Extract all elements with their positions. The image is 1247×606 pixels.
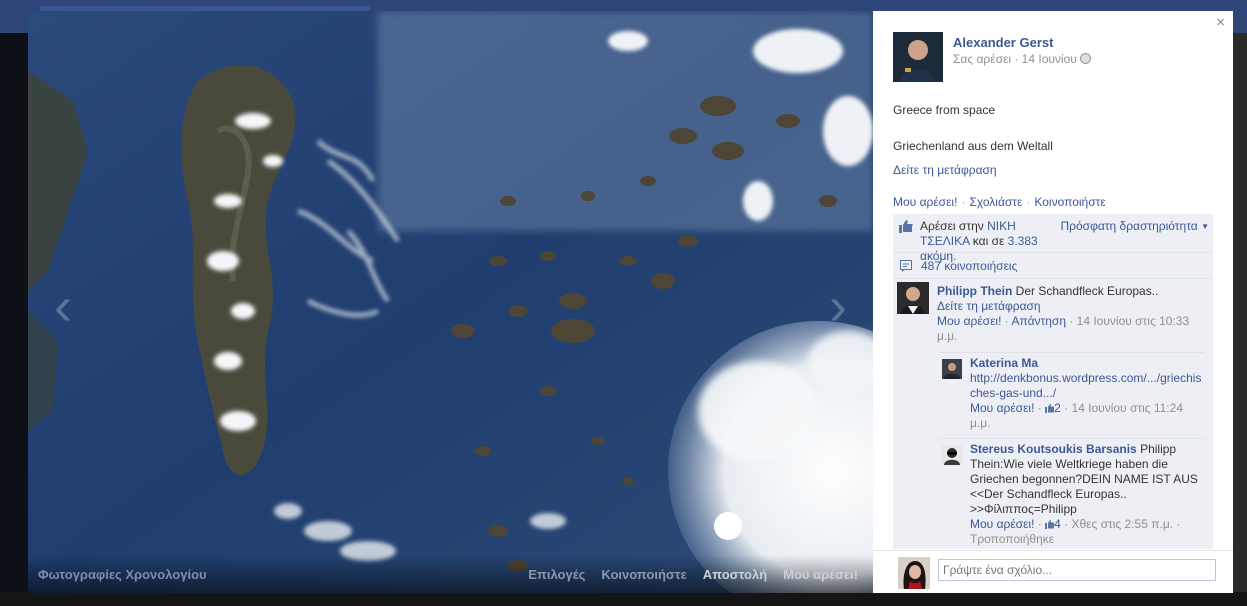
recent-activity-dropdown[interactable]: Πρόσφατη δραστηριότητα ▼ bbox=[1061, 219, 1210, 233]
commenter-avatar[interactable] bbox=[897, 282, 929, 314]
photo-action-bar: Φωτογραφίες Χρονολογίου Επιλογές Κοινοπο… bbox=[28, 555, 873, 593]
share-icon bbox=[900, 260, 912, 272]
post-like-link[interactable]: Μου αρέσει! bbox=[893, 195, 957, 209]
chevron-left-icon[interactable]: ‹ bbox=[43, 279, 83, 333]
options-button[interactable]: Επιλογές bbox=[528, 567, 585, 582]
share-button[interactable]: Κοινοποιήστε bbox=[601, 567, 686, 582]
background-bottom-strip bbox=[0, 592, 1247, 606]
shares-summary: 487 κοινοποιήσεις bbox=[893, 254, 1213, 279]
commenter-name[interactable]: Philipp Thein bbox=[937, 284, 1012, 298]
recent-activity-label: Πρόσφατη δραστηριότητα bbox=[1060, 219, 1198, 233]
comment-meta: Μου αρέσει! · Απάντηση · 14 Ιουνίου στις… bbox=[937, 314, 1190, 343]
comment-composer bbox=[873, 550, 1233, 593]
reply-link[interactable]: Απάντηση bbox=[1011, 314, 1066, 328]
comment-likes-count[interactable]: 4 bbox=[1054, 517, 1061, 531]
caption-line-1: Greece from space bbox=[893, 103, 996, 117]
comment-input[interactable] bbox=[938, 559, 1216, 581]
thumbs-up-icon bbox=[1045, 520, 1055, 529]
likes-prefix: Αρέσει στην bbox=[920, 219, 988, 233]
author-avatar[interactable] bbox=[893, 32, 943, 82]
separator: · bbox=[961, 195, 966, 209]
chevron-right-icon[interactable]: › bbox=[818, 279, 858, 333]
post-share-link[interactable]: Κοινοποιήστε bbox=[1034, 195, 1105, 209]
comment-body: Katerina Ma http://denkbonus.wordpress.c… bbox=[970, 356, 1202, 431]
author-name[interactable]: Alexander Gerst bbox=[953, 35, 1053, 50]
close-icon[interactable]: × bbox=[1216, 14, 1225, 31]
like-button[interactable]: Μου αρέσει! bbox=[783, 567, 858, 582]
post-meta-text: Σας αρέσει · 14 Ιουνίου bbox=[953, 52, 1077, 66]
commenter-name[interactable]: Katerina Ma bbox=[970, 356, 1038, 370]
comment-meta: Μου αρέσει! · 4 · Χθες στις 2:55 π.μ. · … bbox=[970, 517, 1181, 546]
feedback-box: Αρέσει στην ΝΙΚΗ ΤΣΕΛΙΚΑ και σε 3.383 ακ… bbox=[893, 214, 1213, 549]
reply-comment: Katerina Ma http://denkbonus.wordpress.c… bbox=[939, 352, 1205, 430]
satellite-photo bbox=[28, 11, 873, 593]
likes-middle: και σε bbox=[969, 234, 1008, 248]
album-link[interactable]: Φωτογραφίες Χρονολογίου bbox=[38, 567, 207, 582]
comment-meta: Μου αρέσει! · 2 · 14 Ιουνίου στις 11:24 … bbox=[970, 401, 1184, 430]
thumbs-up-icon bbox=[899, 220, 913, 233]
commenter-name[interactable]: Stereus Koutsoukis Barsanis bbox=[970, 442, 1137, 456]
see-translation-link[interactable]: Δείτε τη μετάφραση bbox=[893, 163, 997, 177]
comment-like-link[interactable]: Μου αρέσει! bbox=[937, 314, 1001, 328]
comment-like-link[interactable]: Μου αρέσει! bbox=[970, 401, 1034, 415]
see-translation-link[interactable]: Δείτε τη μετάφραση bbox=[937, 299, 1041, 313]
photo-stage: ‹ › Φωτογραφίες Χρονολογίου Επιλογές Κοι… bbox=[28, 11, 873, 593]
comment-body: Philipp Thein Der Schandfleck Europas.. … bbox=[937, 284, 1207, 344]
post-action-links: Μου αρέσει! · Σχολιάστε · Κοινοποιήστε bbox=[893, 195, 1106, 209]
edited-link[interactable]: Τροποποιήθηκε bbox=[970, 532, 1054, 546]
post-comment-link[interactable]: Σχολιάστε bbox=[969, 195, 1022, 209]
separator: · bbox=[1026, 195, 1031, 209]
comment-url-link[interactable]: http://denkbonus.wordpress.com/.../griec… bbox=[970, 371, 1201, 400]
send-button[interactable]: Αποστολή bbox=[703, 567, 767, 582]
current-user-avatar bbox=[898, 557, 930, 589]
comment-text: Der Schandfleck Europas.. bbox=[1012, 284, 1159, 298]
shares-count-link[interactable]: 487 κοινοποιήσεις bbox=[921, 259, 1017, 273]
post-meta: Σας αρέσει · 14 Ιουνίου bbox=[953, 52, 1091, 66]
likes-summary: Αρέσει στην ΝΙΚΗ ΤΣΕΛΙΚΑ και σε 3.383 ακ… bbox=[893, 214, 1213, 263]
background-sidebar-edge bbox=[1233, 33, 1247, 606]
comment-time: · Χθες στις 2:55 π.μ. · bbox=[1060, 517, 1181, 531]
caret-down-icon: ▼ bbox=[1201, 222, 1209, 231]
commenter-avatar[interactable] bbox=[942, 359, 962, 379]
commenter-avatar[interactable] bbox=[942, 445, 962, 465]
thumbs-up-icon bbox=[1045, 404, 1055, 413]
reply-comment: Stereus Koutsoukis Barsanis Philipp Thei… bbox=[939, 438, 1205, 546]
photo-side-panel: × Alexander Gerst Σας αρέσει · 14 Ιουνίο… bbox=[873, 11, 1233, 593]
photo-actions: Επιλογές Κοινοποιήστε Αποστολή Μου αρέσε… bbox=[528, 567, 858, 582]
caption-line-2: Griechenland aus dem Weltall bbox=[893, 139, 1053, 153]
comment-body: Stereus Koutsoukis Barsanis Philipp Thei… bbox=[970, 442, 1202, 547]
comment-like-link[interactable]: Μου αρέσει! bbox=[970, 517, 1034, 531]
globe-icon bbox=[1079, 53, 1091, 64]
comment-likes-count[interactable]: 2 bbox=[1054, 401, 1061, 415]
